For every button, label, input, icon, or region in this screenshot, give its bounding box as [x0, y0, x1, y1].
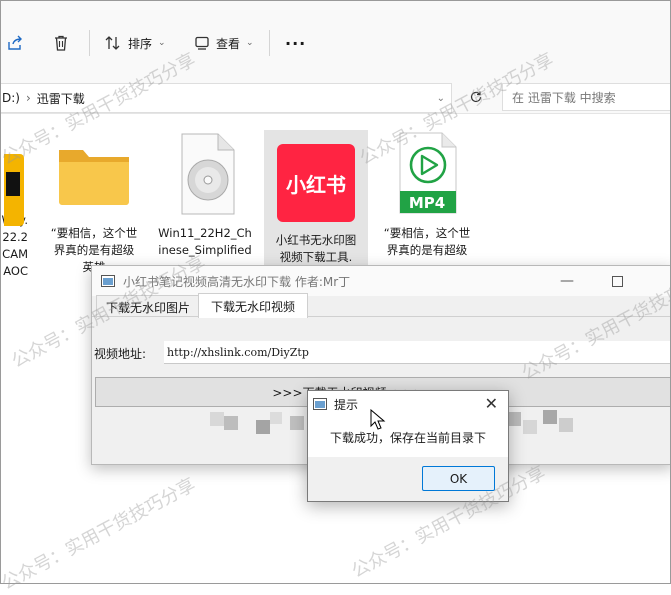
sort-label: 排序 — [128, 36, 153, 51]
more-options-button[interactable]: ··· — [285, 30, 306, 56]
search-input[interactable]: 在 迅雷下载 中搜索 — [502, 83, 671, 111]
file-name-line: Win11_22H2_Ch — [158, 226, 252, 240]
minimize-button[interactable]: — — [544, 266, 590, 296]
path-drive[interactable]: D:) — [2, 91, 20, 105]
window-icon — [313, 398, 327, 410]
view-icon — [195, 36, 209, 50]
toolbar-divider — [89, 30, 90, 56]
tab-download-video[interactable]: 下载无水印视频 — [198, 293, 308, 318]
share-button[interactable] — [6, 30, 24, 56]
file-name-line: “要相信，这个世 — [50, 226, 138, 240]
app-icon-partial — [0, 130, 30, 226]
window-title: 小红书笔记视频高清无水印下载 作者:Mr丁 — [123, 274, 351, 289]
file-name-line: 界真的是有超级 — [386, 243, 468, 257]
minimize-icon: — — [560, 273, 574, 289]
file-name-line: 小红书无水印图 — [275, 233, 357, 247]
dialog-title: 提示 — [334, 397, 359, 412]
ok-button[interactable]: OK — [422, 466, 495, 491]
file-name-line: 22.2 — [2, 230, 28, 244]
address-field[interactable]: D:) › 迅雷下载 ⌄ — [0, 83, 452, 113]
sort-button[interactable]: 排序 ⌄ — [104, 30, 166, 56]
close-button[interactable]: ✕ — [485, 394, 498, 413]
chevron-down-icon: ⌄ — [246, 38, 254, 48]
explorer-toolbar: 排序 ⌄ 查看 ⌄ ··· — [0, 0, 671, 86]
disc-image-icon — [181, 133, 235, 215]
view-button[interactable]: 查看 ⌄ — [194, 30, 254, 56]
file-item[interactable]: “要相信，这个世 界真的是有超级 英雄 — [42, 130, 146, 276]
file-name-line: AOC — [3, 264, 28, 278]
chevron-down-icon[interactable]: ⌄ — [437, 93, 445, 104]
path-separator-icon: › — [25, 91, 31, 105]
address-bar: D:) › 迅雷下载 ⌄ 在 迅雷下载 中搜索 — [0, 83, 671, 114]
file-item[interactable]: Win11_22H2_Ch inese_Simplified — [153, 130, 257, 259]
maximize-icon — [611, 275, 623, 287]
maximize-button[interactable] — [594, 266, 640, 296]
file-name-line: inese_Simplified — [158, 243, 252, 257]
toolbar-divider — [269, 30, 270, 56]
path-current-folder[interactable]: 迅雷下载 — [37, 90, 85, 107]
tab-download-images[interactable]: 下载无水印图片 — [96, 295, 200, 318]
dialog-titlebar: 提示 ✕ — [308, 391, 508, 417]
window-icon — [101, 275, 115, 287]
close-icon: ✕ — [484, 394, 498, 413]
mouse-cursor-icon — [370, 409, 386, 430]
folder-icon — [59, 150, 129, 205]
file-name-line: 视频下载工具. — [279, 250, 353, 264]
delete-button[interactable] — [52, 30, 70, 56]
tab-divider — [92, 316, 671, 317]
file-name-line: “要相信，这个世 — [383, 226, 471, 240]
file-item-selected[interactable]: 小红书 小红书无水印图 视频下载工具. — [264, 130, 368, 265]
sort-icon — [105, 36, 120, 50]
refresh-button[interactable] — [466, 87, 486, 107]
file-item[interactable]: MP4 “要相信，这个世 界真的是有超级 — [375, 130, 479, 259]
mp4-badge: MP4 — [408, 194, 446, 212]
file-name-line: CAM — [2, 247, 28, 261]
trash-icon — [55, 35, 67, 51]
dialog-message: 下载成功，保存在当前目录下 — [308, 417, 508, 457]
file-name-line: 界真的是有超级 — [53, 243, 135, 257]
pixelated-blur — [507, 410, 577, 436]
info-dialog: 提示 ✕ 下载成功，保存在当前目录下 OK — [307, 390, 509, 502]
refresh-icon — [470, 91, 482, 103]
xiaohongshu-logo: 小红书 — [277, 144, 355, 222]
url-input[interactable]: http://xhslink.com/DiyZtp — [164, 341, 671, 364]
pixelated-blur — [210, 412, 310, 438]
url-label: 视频地址: — [94, 347, 147, 361]
chevron-down-icon: ⌄ — [158, 38, 166, 48]
file-item[interactable]: Way. 22.2 CAM AOC — [0, 130, 30, 280]
share-icon — [8, 35, 22, 50]
view-label: 查看 — [216, 36, 241, 51]
